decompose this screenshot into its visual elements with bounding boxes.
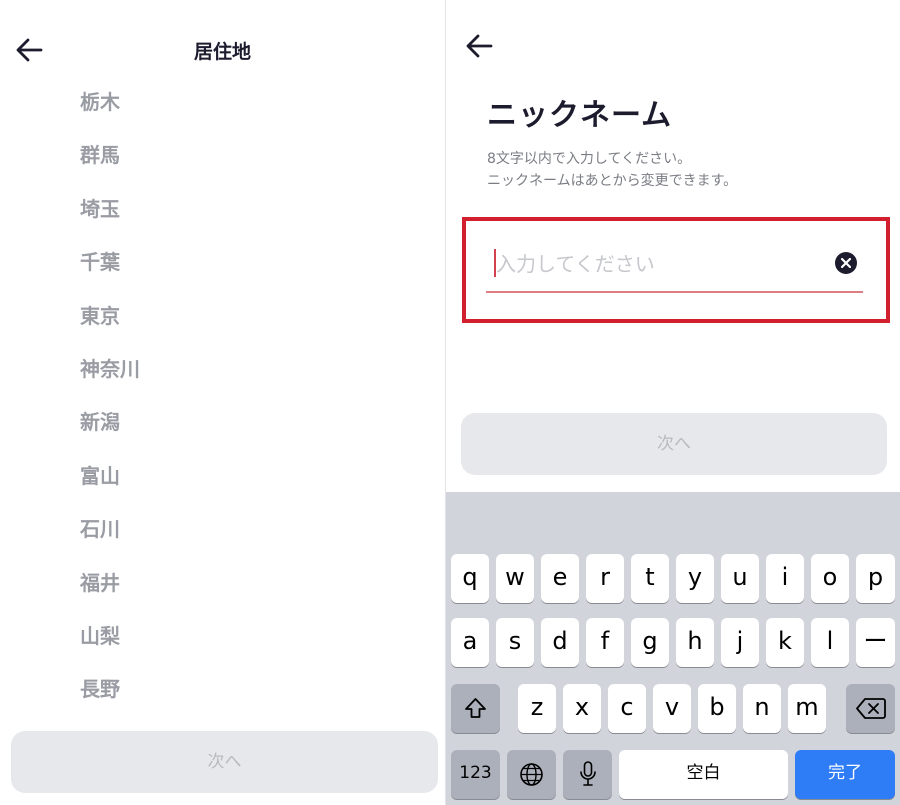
key-h[interactable]: h xyxy=(676,618,714,667)
key-long-vowel[interactable]: ー xyxy=(856,618,895,667)
key-z[interactable]: z xyxy=(518,684,556,733)
key-v[interactable]: v xyxy=(653,684,691,733)
space-key[interactable]: 空白 xyxy=(619,750,788,799)
arrow-left-icon xyxy=(466,34,493,58)
prefecture-item[interactable]: 栃木 xyxy=(0,76,445,129)
key-s[interactable]: s xyxy=(496,618,534,667)
prefecture-list: 栃木 群馬 埼玉 千葉 東京 神奈川 新潟 富山 石川 福井 山梨 長野 xyxy=(0,76,445,717)
shift-key[interactable] xyxy=(451,684,500,733)
key-c[interactable]: c xyxy=(608,684,646,733)
key-f[interactable]: f xyxy=(586,618,624,667)
globe-key[interactable] xyxy=(507,750,556,799)
backspace-icon xyxy=(856,698,886,719)
prefecture-item[interactable]: 埼玉 xyxy=(0,183,445,236)
back-button[interactable] xyxy=(464,30,496,62)
key-t[interactable]: t xyxy=(631,554,669,603)
nickname-screen: ニックネーム 8文字以内で入力してください。 ニックネームはあとから変更できます… xyxy=(446,0,900,805)
next-button[interactable]: 次へ xyxy=(11,731,438,793)
nickname-field[interactable] xyxy=(486,243,863,293)
prefecture-item[interactable]: 神奈川 xyxy=(0,343,445,396)
key-a[interactable]: a xyxy=(451,618,489,667)
microphone-icon xyxy=(580,761,596,786)
prefecture-item[interactable]: 長野 xyxy=(0,663,445,716)
prefecture-item[interactable]: 福井 xyxy=(0,557,445,610)
prefecture-item[interactable]: 東京 xyxy=(0,290,445,343)
key-w[interactable]: w xyxy=(496,554,534,603)
key-e[interactable]: e xyxy=(541,554,579,603)
globe-icon xyxy=(520,763,543,786)
key-k[interactable]: k xyxy=(766,618,804,667)
key-x[interactable]: x xyxy=(563,684,601,733)
key-m[interactable]: m xyxy=(788,684,826,733)
prefecture-item[interactable]: 千葉 xyxy=(0,236,445,289)
numbers-key[interactable]: 123 xyxy=(451,750,500,799)
key-n[interactable]: n xyxy=(743,684,781,733)
prefecture-item[interactable]: 山梨 xyxy=(0,610,445,663)
key-p[interactable]: p xyxy=(856,554,895,603)
clear-x-circle-icon xyxy=(841,258,851,268)
key-y[interactable]: y xyxy=(676,554,714,603)
prefecture-item[interactable]: 新潟 xyxy=(0,396,445,449)
key-u[interactable]: u xyxy=(721,554,759,603)
key-q[interactable]: q xyxy=(451,554,489,603)
description-line: ニックネームはあとから変更できます。 xyxy=(487,173,738,189)
shift-arrow-icon xyxy=(465,698,486,718)
nickname-description: 8文字以内で入力してください。 ニックネームはあとから変更できます。 xyxy=(487,148,737,192)
nickname-input[interactable] xyxy=(496,245,816,283)
done-key[interactable]: 完了 xyxy=(795,750,895,799)
key-g[interactable]: g xyxy=(631,618,669,667)
key-l[interactable]: l xyxy=(811,618,849,667)
description-line: 8文字以内で入力してください。 xyxy=(487,151,692,167)
key-o[interactable]: o xyxy=(811,554,849,603)
page-title: 居住地 xyxy=(193,41,251,63)
key-r[interactable]: r xyxy=(586,554,624,603)
key-d[interactable]: d xyxy=(541,618,579,667)
prefecture-item[interactable]: 富山 xyxy=(0,450,445,503)
software-keyboard: q w e r t y u i o p a s d f g h j k l ー … xyxy=(446,492,900,805)
prefecture-item[interactable]: 石川 xyxy=(0,503,445,556)
backspace-key[interactable] xyxy=(846,684,895,733)
residence-screen: 居住地 栃木 群馬 埼玉 千葉 東京 神奈川 新潟 富山 石川 福井 山梨 長野… xyxy=(0,0,445,805)
key-i[interactable]: i xyxy=(766,554,804,603)
key-b[interactable]: b xyxy=(698,684,736,733)
page-title: ニックネーム xyxy=(487,98,673,133)
prefecture-item[interactable]: 群馬 xyxy=(0,129,445,182)
next-button[interactable]: 次へ xyxy=(461,413,887,475)
key-j[interactable]: j xyxy=(721,618,759,667)
microphone-key[interactable] xyxy=(563,750,612,799)
clear-input-button[interactable] xyxy=(835,252,857,274)
